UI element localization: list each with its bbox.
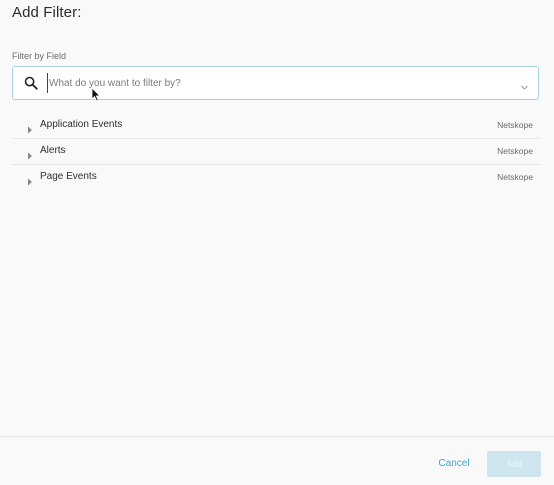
add-filter-dialog: Add Filter: Filter by Field Application … bbox=[0, 0, 554, 485]
filter-field-label: Filter by Field bbox=[12, 51, 67, 61]
list-item-label: Alerts bbox=[40, 145, 66, 156]
list-item-page-events[interactable]: Page Events Netskope bbox=[12, 165, 541, 191]
list-item-source: Netskope bbox=[497, 146, 533, 156]
chevron-down-icon[interactable] bbox=[520, 79, 529, 90]
filter-field-list: Application Events Netskope Alerts Netsk… bbox=[12, 113, 541, 191]
list-item-alerts[interactable]: Alerts Netskope bbox=[12, 139, 541, 165]
mouse-pointer-icon bbox=[91, 87, 101, 102]
list-item-label: Application Events bbox=[40, 119, 123, 130]
filter-search-input[interactable] bbox=[47, 73, 489, 93]
list-item-label: Page Events bbox=[40, 171, 97, 182]
search-icon bbox=[24, 76, 38, 90]
dialog-title: Add Filter: bbox=[12, 4, 82, 21]
cancel-button[interactable]: Cancel bbox=[430, 453, 478, 473]
caret-right-icon[interactable] bbox=[27, 173, 33, 186]
dialog-footer: Cancel Add bbox=[0, 436, 554, 485]
caret-right-icon[interactable] bbox=[27, 121, 33, 134]
caret-right-icon[interactable] bbox=[27, 147, 33, 160]
add-button[interactable]: Add bbox=[487, 451, 541, 477]
list-item-source: Netskope bbox=[497, 172, 533, 182]
list-item-application-events[interactable]: Application Events Netskope bbox=[12, 113, 541, 139]
list-item-source: Netskope bbox=[497, 120, 533, 130]
